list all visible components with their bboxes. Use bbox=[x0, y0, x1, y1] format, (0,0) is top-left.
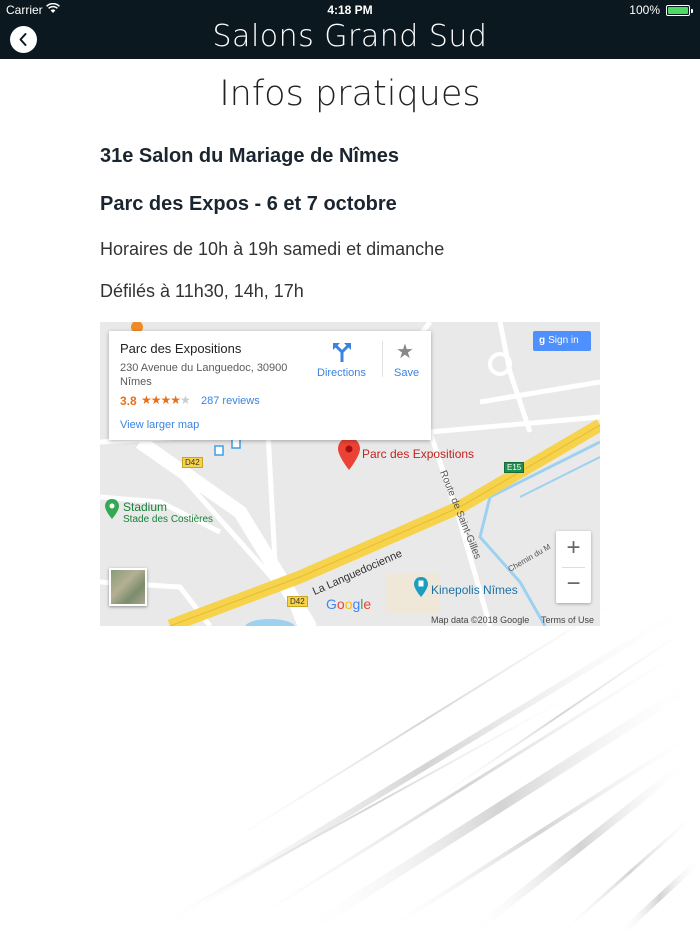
battery-percent: 100% bbox=[629, 3, 660, 17]
star-icon[interactable]: ★ bbox=[396, 339, 414, 364]
hours-text: Horaires de 10h à 19h samedi et dimanche bbox=[100, 239, 445, 259]
road-tag-d42-south: D42 bbox=[287, 596, 308, 607]
google-logo: Google bbox=[326, 596, 372, 612]
road-tag-e15: E15 bbox=[504, 462, 525, 473]
terms-link[interactable]: Terms of Use bbox=[541, 615, 594, 625]
battery-icon bbox=[666, 5, 693, 16]
place-address-line1: 230 Avenue du Languedoc, 30900 bbox=[120, 362, 288, 374]
kinepolis-label[interactable]: Kinepolis Nîmes bbox=[431, 583, 518, 597]
directions-button[interactable]: Directions bbox=[317, 367, 366, 379]
place-info-card: Parc des Expositions 230 Avenue du Langu… bbox=[109, 331, 431, 440]
zoom-control: + − bbox=[556, 531, 591, 603]
stadium-sublabel: Stade des Costières bbox=[123, 514, 214, 525]
zoom-out-button[interactable]: − bbox=[556, 568, 591, 603]
road-label-languedocienne: La Languedocienne bbox=[311, 548, 404, 598]
map-attribution: Map data ©2018 Google bbox=[431, 615, 530, 625]
pin-label: Parc des Expositions bbox=[362, 447, 475, 461]
zoom-in-button[interactable]: + bbox=[556, 531, 591, 567]
road-label-chemin: Chemin du M bbox=[507, 542, 553, 574]
place-rating: 3.8 bbox=[120, 394, 137, 408]
road-label-saint-gilles: Route de Saint-Gilles bbox=[437, 469, 483, 561]
status-bar: Carrier 4:18 PM 100% bbox=[0, 0, 700, 20]
rating-stars-icon: ★★★★★ bbox=[141, 393, 191, 407]
nav-bar: Carrier 4:18 PM 100% Salons Grand Sud bbox=[0, 0, 700, 59]
venue-heading: Parc des Expos - 6 et 7 octobre bbox=[100, 193, 397, 215]
sign-in-button[interactable]: g Sign in bbox=[533, 331, 591, 351]
page-title: Infos pratiques bbox=[219, 74, 481, 114]
card-divider bbox=[382, 341, 383, 377]
status-time: 4:18 PM bbox=[327, 3, 373, 17]
stadium-label[interactable]: Stadium bbox=[123, 500, 167, 514]
road-tag-d42: D42 bbox=[182, 457, 203, 468]
place-address-line2: Nîmes bbox=[120, 376, 152, 388]
directions-icon[interactable] bbox=[332, 341, 352, 368]
satellite-toggle[interactable] bbox=[109, 568, 147, 606]
map-embed[interactable]: La Languedocienne Route de Saint-Gilles … bbox=[100, 322, 600, 626]
place-name: Parc des Expositions bbox=[120, 341, 242, 356]
event-heading: 31e Salon du Mariage de Nîmes bbox=[100, 145, 399, 167]
view-larger-map-link[interactable]: View larger map bbox=[120, 419, 199, 431]
reviews-link[interactable]: 287 reviews bbox=[201, 395, 260, 407]
sign-in-label: Sign in bbox=[548, 335, 579, 346]
parades-text: Défilés à 11h30, 14h, 17h bbox=[100, 281, 304, 301]
save-button[interactable]: Save bbox=[394, 367, 419, 379]
google-g-icon: g bbox=[539, 335, 546, 346]
app-title: Salons Grand Sud bbox=[212, 19, 488, 54]
